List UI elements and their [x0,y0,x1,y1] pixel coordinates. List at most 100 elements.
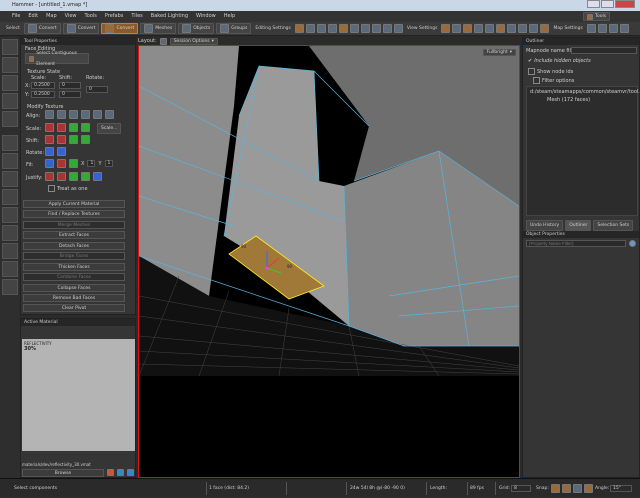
fit-u-icon[interactable] [57,159,66,168]
rotate-ccw-icon[interactable] [45,147,54,156]
shift-up-icon[interactable] [69,135,78,144]
menu-tools[interactable]: Tools [85,11,97,22]
dropdown-icon[interactable] [127,469,134,476]
scale-dialog-button[interactable]: Scale... [97,123,122,134]
justify-left-icon[interactable] [45,172,54,181]
texture-lock-icon[interactable] [338,24,348,33]
select-contiguous-button[interactable]: Select Contiguous Element [25,51,89,67]
mode-groups-button[interactable]: Groups [216,23,252,34]
merge-meshes-button[interactable]: Merge Meshes [23,221,125,229]
snap-surface-icon[interactable] [584,484,593,493]
align-view-icon[interactable] [69,110,78,119]
collapse-faces-button[interactable]: Collapse Faces [23,284,125,292]
menu-baked-lighting[interactable]: Baked Lighting [151,11,188,22]
tab-undo-history[interactable]: Undo History [526,220,564,231]
align-grid-icon[interactable] [105,110,114,119]
tile-tool-icon[interactable] [2,279,18,295]
maximize-button[interactable] [601,0,614,8]
close-button[interactable] [615,0,635,8]
people-icon[interactable] [452,24,462,33]
settings-icon[interactable] [629,240,636,247]
checker-icon[interactable] [597,24,607,33]
justify-top-icon[interactable] [69,172,78,181]
browse-button[interactable]: Browse [22,469,104,477]
light-icon[interactable] [485,24,495,33]
mode-edges-button[interactable]: Convert [62,23,100,34]
detach-faces-button[interactable]: Detach Faces [23,242,125,250]
tab-selection-sets[interactable]: Selection Sets [593,220,634,231]
toggle-icon[interactable] [360,24,370,33]
split-tool-icon[interactable] [2,207,18,223]
menu-file[interactable]: File [12,11,20,22]
filter-options-checkbox[interactable]: Filter options [533,77,574,84]
shift-y-input[interactable]: 0 [59,91,81,98]
box-icon[interactable] [463,24,473,33]
3d-viewport[interactable]: 90 90 Fullbright ▾ [138,45,520,478]
treat-as-one-checkbox[interactable]: Treat as one [48,185,88,192]
rotate-tool-icon[interactable] [2,75,18,91]
mapnode-filter-input[interactable] [571,47,637,54]
menu-view[interactable]: View [65,11,77,22]
minimize-button[interactable] [587,0,600,8]
justify-center-icon[interactable] [93,172,102,181]
map-icon[interactable] [586,24,596,33]
align-icon[interactable] [349,24,359,33]
pivot-icon[interactable] [305,24,315,33]
scale-h-down-icon[interactable] [57,123,66,132]
run-icon[interactable] [529,24,539,33]
scale-y-input[interactable]: 0.2500 [31,91,55,98]
cube-icon[interactable] [496,24,506,33]
display-icon[interactable] [540,24,550,33]
justify-right-icon[interactable] [57,172,66,181]
extract-faces-button[interactable]: Extract Faces [23,231,125,239]
clip-tool-icon[interactable] [2,189,18,205]
move-tool-icon[interactable] [2,57,18,73]
path-tool-icon[interactable] [2,171,18,187]
justify-bottom-icon[interactable] [81,172,90,181]
flag-icon[interactable] [474,24,484,33]
texture-tool-icon[interactable] [2,225,18,241]
knife-icon[interactable] [316,24,326,33]
tree-item-mesh[interactable]: Mesh (172 faces) [527,97,637,103]
scale-h-up-icon[interactable] [45,123,54,132]
property-filter-input[interactable] [526,240,626,247]
snap-setting-icon[interactable] [294,24,304,33]
shift-x-input[interactable]: 0 [59,82,81,89]
tools-button[interactable]: Tools [583,12,611,21]
align-u-icon[interactable] [81,110,90,119]
clear-pivot-button[interactable]: Clear Pivot [23,304,125,312]
rotate-input[interactable]: 0 [86,86,108,93]
shift-down-icon[interactable] [81,135,90,144]
select-tool-icon[interactable] [2,39,18,55]
scale-v-up-icon[interactable] [69,123,78,132]
menu-help[interactable]: Help [224,11,235,22]
wire-cube-icon[interactable] [507,24,517,33]
select-through-icon[interactable] [327,24,337,33]
paste-icon[interactable] [117,469,124,476]
align-face-icon[interactable] [57,110,66,119]
render-mode-dropdown[interactable]: Fullbright ▾ [482,49,516,56]
fit-v-icon[interactable] [69,159,78,168]
snap-angle-icon[interactable] [573,484,582,493]
mode-meshes-button[interactable]: Meshes [140,23,177,34]
tab-outliner[interactable]: Outliner [565,220,592,231]
paint-tool-icon[interactable] [2,243,18,259]
remove-bad-faces-button[interactable]: Remove Bad Faces [23,294,125,302]
block-tool-icon[interactable] [2,153,18,169]
fit-both-icon[interactable] [45,159,54,168]
include-hidden-checkbox[interactable]: ✔ Include hidden objects [528,58,591,64]
snap-vertex-icon[interactable] [562,484,571,493]
menu-tiles[interactable]: Tiles [131,11,142,22]
menu-map[interactable]: Map [46,11,57,22]
shift-left-icon[interactable] [45,135,54,144]
fit-y-input[interactable]: 1 [104,160,113,167]
mode-faces-button[interactable]: Convert [101,23,139,34]
combine-faces-button[interactable]: Combine Faces [23,273,125,281]
terrain-tool-icon[interactable] [2,261,18,277]
blue-cube-icon[interactable] [518,24,528,33]
texture-icon[interactable] [608,24,618,33]
menu-prefabs[interactable]: Prefabs [105,11,124,22]
fit-x-input[interactable]: 1 [87,160,96,167]
mode-vertices-button[interactable]: Convert [23,23,61,34]
scale-x-input[interactable]: 0.2500 [31,82,55,89]
